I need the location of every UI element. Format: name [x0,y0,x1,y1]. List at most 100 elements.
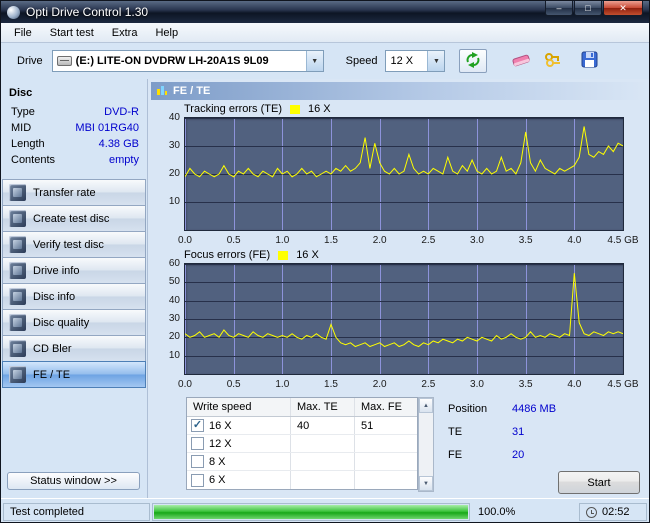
chevron-down-icon[interactable]: ▼ [427,51,445,71]
statusbar: Test completed 100.0% 02:52 [1,498,649,522]
speed-label: 6 X [209,474,226,486]
table-row-8x[interactable]: 8 X [187,453,417,471]
sidebar-item-label: Disc quality [33,316,90,329]
drive-info-icon [9,262,26,279]
sidebar-item-disc-quality[interactable]: Disc quality [2,309,146,336]
info-label: MID [11,122,32,134]
drive-value: (E:) LITE-ON DVDRW LH-20A1S 9L09 [75,55,269,67]
te-row: TE 31 [448,422,644,441]
position-label: Position [448,402,488,415]
fe-x-axis: 0.0 0.5 1.0 1.5 2.0 2.5 3.0 3.5 4.0 4.5 GB [178,379,639,390]
scroll-down-icon[interactable]: ▼ [419,476,433,491]
info-label: Contents [11,154,56,166]
sidebar-item-label: Create test disc [33,212,110,225]
te-chart-title: Tracking errors (TE) [184,103,282,115]
position-value: 4486 MB [512,402,557,415]
checkbox-16x[interactable]: ✓ [191,419,204,432]
checkbox-12x[interactable] [191,437,204,450]
settings-keys-button[interactable] [541,50,565,72]
fe-value: 20 [512,448,525,461]
sidebar-item-fe-te[interactable]: FE / TE [2,361,146,388]
erase-disc-button[interactable] [509,50,533,72]
sidebar: Disc Type DVD-R MID MBI 01RG40 Length 4.… [1,79,148,498]
body: Disc Type DVD-R MID MBI 01RG40 Length 4.… [1,79,649,498]
page-title: FE / TE [173,85,211,97]
verify-test-disc-icon [9,236,26,253]
checkbox-6x[interactable] [191,473,204,487]
info-value: 4.38 GB [98,138,139,150]
sidebar-item-drive-info[interactable]: Drive info [2,257,146,284]
sidebar-item-create-test-disc[interactable]: Create test disc [2,205,146,232]
table-scrollbar[interactable]: ▲ ▼ [418,397,434,492]
table-row-16x[interactable]: ✓ 16 X 40 51 [187,417,417,435]
save-icon [581,51,598,71]
drive-icon [56,56,72,66]
chevron-down-icon[interactable]: ▼ [305,51,323,71]
page-title-bar: FE / TE [151,82,648,100]
window-title: Opti Drive Control 1.30 [26,5,149,19]
speed-value: 12 X [390,55,414,67]
max-fe-cell: 51 [361,419,374,432]
sidebar-item-label: Drive info [33,264,80,277]
close-icon[interactable]: ✕ [603,1,643,16]
start-button[interactable]: Start [558,471,640,494]
position-row: Position 4486 MB [448,399,644,418]
fe-te-header-icon [156,84,168,99]
drive-label: Drive [17,55,43,67]
fe-label: FE [448,448,463,461]
disc-quality-icon [9,314,26,331]
main-panel: FE / TE Tracking errors (TE) 16 X 10 20 30… [148,79,649,498]
sidebar-item-cd-bler[interactable]: CD Bler [2,335,146,362]
checkbox-8x[interactable] [191,455,204,468]
legend-swatch-yellow [290,104,300,114]
status-text-cell: Test completed [3,503,150,521]
speed-select[interactable]: 12 X ▼ [385,50,446,72]
fe-chart-title: Focus errors (FE) [184,249,271,261]
info-value: MBI 01RG40 [75,122,139,134]
max-te-cell: 40 [291,417,355,434]
menu-help[interactable]: Help [146,24,187,42]
write-speed-table: Write speed Max. TE Max. FE ✓ 16 X 40 51… [186,397,418,490]
cd-bler-icon [9,340,26,357]
refresh-button[interactable] [459,49,488,73]
fe-row: FE 20 [448,445,644,464]
progress-percent: 100.0% [478,506,516,518]
table-row-12x[interactable]: 12 X [187,435,417,453]
max-fe-cell [355,453,415,470]
te-chart-legend: 16 X [308,103,331,115]
minimize-icon[interactable]: – [545,1,573,16]
disc-info-mid: MID MBI 01RG40 [1,120,147,136]
menu-start-test[interactable]: Start test [41,24,103,42]
table-row-6x[interactable]: 6 X [187,471,417,489]
table-header: Write speed Max. TE Max. FE [187,398,417,417]
fe-chart-legend: 16 X [296,249,319,261]
scrollbar-track[interactable] [419,413,433,476]
col-max-fe: Max. FE [361,401,402,413]
menu-file[interactable]: File [5,24,41,42]
te-chart [184,117,624,231]
max-te-cell [291,471,355,489]
menu-extra[interactable]: Extra [103,24,147,42]
toolbar: Drive (E:) LITE-ON DVDRW LH-20A1S 9L09 ▼… [1,43,649,79]
app-window: Opti Drive Control 1.30 – □ ✕ File Start… [0,0,650,523]
te-x-axis: 0.0 0.5 1.0 1.5 2.0 2.5 3.0 3.5 4.0 4.5 GB [178,235,639,246]
info-value: DVD-R [104,106,139,118]
menubar: File Start test Extra Help [1,23,649,43]
maximize-icon[interactable]: □ [574,1,602,16]
sidebar-item-transfer-rate[interactable]: Transfer rate [2,179,146,206]
sidebar-item-disc-info[interactable]: Disc info [2,283,146,310]
keys-icon [544,52,562,71]
status-window-button[interactable]: Status window >> [7,472,140,490]
transfer-rate-icon [9,184,26,201]
te-y-axis: 10 20 30 40 [168,112,180,207]
speed-label: 12 X [209,437,232,450]
fe-chart-header: Focus errors (FE) 16 X [184,249,319,261]
sidebar-item-label: Transfer rate [33,186,96,199]
refresh-icon [465,51,481,71]
disc-info-contents: Contents empty [1,152,147,168]
sidebar-item-verify-test-disc[interactable]: Verify test disc [2,231,146,258]
drive-select[interactable]: (E:) LITE-ON DVDRW LH-20A1S 9L09 ▼ [51,50,324,72]
scroll-up-icon[interactable]: ▲ [419,398,433,413]
save-button[interactable] [577,50,601,72]
sidebar-item-label: Verify test disc [33,238,104,251]
